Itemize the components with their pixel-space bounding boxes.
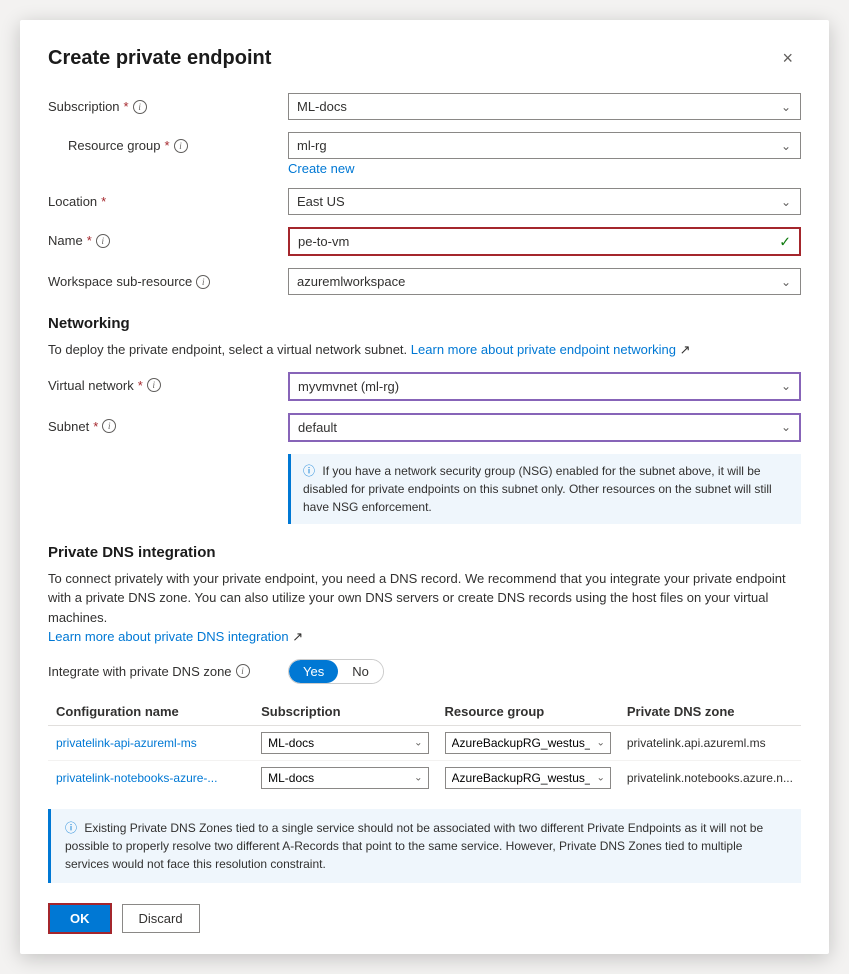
dialog-header: Create private endpoint × xyxy=(48,44,801,73)
networking-learn-more-link[interactable]: Learn more about private endpoint networ… xyxy=(411,342,676,357)
name-label: Name * i xyxy=(48,227,288,248)
col-config-header: Configuration name xyxy=(48,698,253,726)
location-row: Location * East US ⌄ xyxy=(48,188,801,215)
subnet-info-icon[interactable]: i xyxy=(102,419,116,433)
workspace-sub-resource-row: Workspace sub-resource i azuremlworkspac… xyxy=(48,268,801,295)
dns-zone-cell: privatelink.api.azureml.ms xyxy=(619,725,801,760)
subnet-row: Subnet * i default ⌄ xyxy=(48,413,801,442)
name-check-icon: ✓ xyxy=(779,233,791,250)
toggle-no-button[interactable]: No xyxy=(338,660,383,683)
resource-group-info-icon[interactable]: i xyxy=(174,139,188,153)
nsg-info-box: ⓘ If you have a network security group (… xyxy=(288,454,801,524)
private-dns-learn-more-link[interactable]: Learn more about private DNS integration xyxy=(48,629,289,644)
virtual-network-label: Virtual network * i xyxy=(48,372,288,393)
dns-zone-cell: privatelink.notebooks.azure.n... xyxy=(619,760,801,795)
resource-group-cell: AzureBackupRG_westus_1 ⌄ xyxy=(437,760,619,795)
row-subscription-dropdown[interactable]: ML-docs xyxy=(261,767,428,789)
row-resource-group-dropdown[interactable]: AzureBackupRG_westus_1 xyxy=(445,732,611,754)
private-dns-section-title: Private DNS integration xyxy=(48,544,801,561)
workspace-sub-resource-dropdown-wrapper: azuremlworkspace ⌄ xyxy=(288,268,801,295)
config-name-cell: privatelink-api-azureml-ms xyxy=(48,725,253,760)
close-button[interactable]: × xyxy=(774,44,801,73)
subscription-cell: ML-docs ⌄ xyxy=(253,760,436,795)
subscription-cell: ML-docs ⌄ xyxy=(253,725,436,760)
button-row: OK Discard xyxy=(48,903,801,934)
virtual-network-row: Virtual network * i myvmvnet (ml-rg) ⌄ xyxy=(48,372,801,401)
networking-section-title: Networking xyxy=(48,315,801,332)
dns-toggle-label: Integrate with private DNS zone i xyxy=(48,664,288,679)
name-row: Name * i ✓ xyxy=(48,227,801,256)
nsg-info-circle-icon: ⓘ xyxy=(303,464,315,478)
location-label: Location * xyxy=(48,188,288,209)
private-dns-description: To connect privately with your private e… xyxy=(48,569,801,647)
workspace-sub-resource-dropdown[interactable]: azuremlworkspace xyxy=(288,268,801,295)
subscription-info-icon[interactable]: i xyxy=(133,100,147,114)
dns-table: Configuration name Subscription Resource… xyxy=(48,698,801,795)
resource-group-dropdown-wrapper: ml-rg ⌄ xyxy=(288,132,801,159)
location-dropdown-wrapper: East US ⌄ xyxy=(288,188,801,215)
discard-button[interactable]: Discard xyxy=(122,904,200,933)
subscription-dropdown-wrapper: ML-docs ⌄ xyxy=(288,93,801,120)
dns-toggle-switch[interactable]: Yes No xyxy=(288,659,384,684)
row-resource-group-dropdown[interactable]: AzureBackupRG_westus_1 xyxy=(445,767,611,789)
subscription-dropdown[interactable]: ML-docs xyxy=(288,93,801,120)
resource-group-dropdown[interactable]: ml-rg xyxy=(288,132,801,159)
virtual-network-info-icon[interactable]: i xyxy=(147,378,161,392)
subnet-dropdown-wrapper: default ⌄ xyxy=(288,413,801,442)
create-new-link[interactable]: Create new xyxy=(288,161,354,176)
dns-toggle-row: Integrate with private DNS zone i Yes No xyxy=(48,659,801,684)
subscription-label: Subscription * i xyxy=(48,93,288,114)
subnet-label: Subnet * i xyxy=(48,413,288,434)
ok-button[interactable]: OK xyxy=(48,903,112,934)
dns-integrate-info-icon[interactable]: i xyxy=(236,664,250,678)
row-subscription-dropdown[interactable]: ML-docs xyxy=(261,732,428,754)
row-subscription-dropdown-wrapper: ML-docs ⌄ xyxy=(261,732,428,754)
dns-warning-box: ⓘ Existing Private DNS Zones tied to a s… xyxy=(48,809,801,883)
name-input-wrapper: ✓ xyxy=(288,227,801,256)
row-resource-group-dropdown-wrapper: AzureBackupRG_westus_1 ⌄ xyxy=(445,767,611,789)
resource-group-cell: AzureBackupRG_westus_1 ⌄ xyxy=(437,725,619,760)
config-name-cell: privatelink-notebooks-azure-... xyxy=(48,760,253,795)
toggle-yes-button[interactable]: Yes xyxy=(289,660,338,683)
name-info-icon[interactable]: i xyxy=(96,234,110,248)
networking-description: To deploy the private endpoint, select a… xyxy=(48,340,801,360)
row-subscription-dropdown-wrapper: ML-docs ⌄ xyxy=(261,767,428,789)
location-dropdown[interactable]: East US xyxy=(288,188,801,215)
name-input[interactable] xyxy=(288,227,801,256)
virtual-network-dropdown-wrapper: myvmvnet (ml-rg) ⌄ xyxy=(288,372,801,401)
col-resource-group-header: Resource group xyxy=(437,698,619,726)
subscription-row: Subscription * i ML-docs ⌄ xyxy=(48,93,801,120)
col-subscription-header: Subscription xyxy=(253,698,436,726)
col-dns-zone-header: Private DNS zone xyxy=(619,698,801,726)
table-row: privatelink-notebooks-azure-... ML-docs … xyxy=(48,760,801,795)
subnet-dropdown[interactable]: default xyxy=(288,413,801,442)
table-row: privatelink-api-azureml-ms ML-docs ⌄ Azu… xyxy=(48,725,801,760)
create-private-endpoint-dialog: Create private endpoint × Subscription *… xyxy=(20,20,829,954)
warning-info-circle-icon: ⓘ xyxy=(65,821,77,835)
virtual-network-dropdown[interactable]: myvmvnet (ml-rg) xyxy=(288,372,801,401)
resource-group-row: Resource group * i ml-rg ⌄ Create new xyxy=(48,132,801,176)
workspace-sub-resource-info-icon[interactable]: i xyxy=(196,275,210,289)
dialog-title: Create private endpoint xyxy=(48,47,271,70)
resource-group-label: Resource group * i xyxy=(48,132,288,153)
workspace-sub-resource-label: Workspace sub-resource i xyxy=(48,268,288,289)
row-resource-group-dropdown-wrapper: AzureBackupRG_westus_1 ⌄ xyxy=(445,732,611,754)
